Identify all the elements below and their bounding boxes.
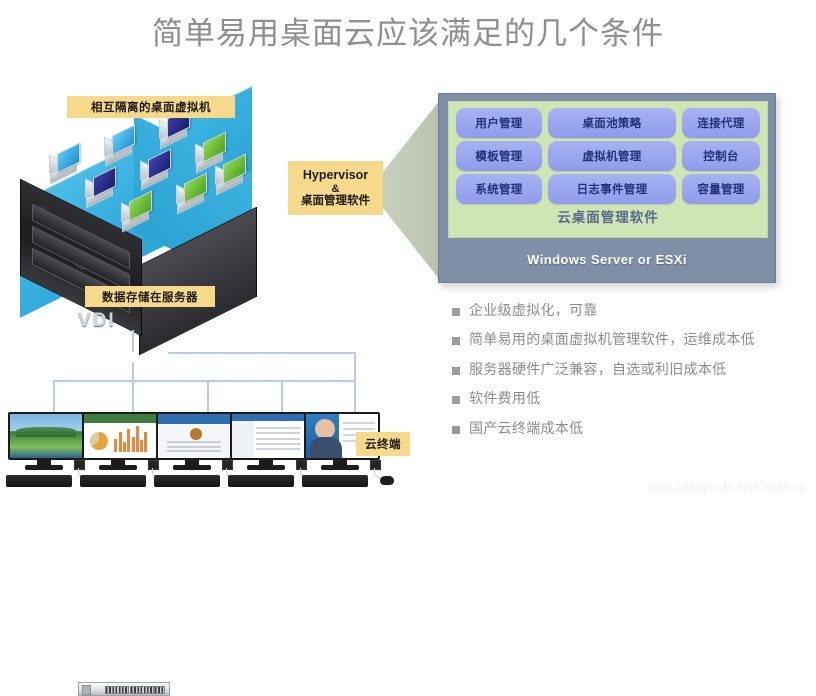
module-connection-broker[interactable]: 连接代理 <box>682 108 760 138</box>
module-console[interactable]: 控制台 <box>682 141 760 171</box>
module-vm-management[interactable]: 虚拟机管理 <box>548 141 676 171</box>
list-item: 服务器硬件广泛兼容，自选或利旧成本低 <box>452 360 812 377</box>
module-user-management[interactable]: 用户管理 <box>456 108 542 138</box>
bullet-square-icon <box>452 396 460 405</box>
vm-icon-green-3 <box>175 172 209 215</box>
callout-data-storage-text: 数据存储在服务器 <box>102 291 198 304</box>
drop-line-5 <box>354 352 356 418</box>
list-item: 企业级虚拟化，可靠 <box>452 302 812 318</box>
callout-isolated-vms-text: 相互隔离的桌面虚拟机 <box>91 102 211 114</box>
module-template-management[interactable]: 模板管理 <box>456 141 542 171</box>
cloud-desktop-software-layer: 用户管理 桌面池策略 连接代理 模板管理 虚拟机管理 控制台 系统管理 日志事件… <box>448 101 768 238</box>
list-item: 国产云终端成本低 <box>452 419 812 436</box>
list-item-label: 服务器硬件广泛兼容，自选或利旧成本低 <box>469 360 727 377</box>
bullet-square-icon <box>452 366 460 375</box>
list-item: 软件费用低 <box>452 390 812 407</box>
keyboard-icon <box>154 475 220 487</box>
module-desktop-pool-policy[interactable]: 桌面池策略 <box>548 108 676 138</box>
management-stack-panel: 用户管理 桌面池策略 连接代理 模板管理 虚拟机管理 控制台 系统管理 日志事件… <box>438 93 776 283</box>
hypervisor-arrow-icon <box>380 100 440 280</box>
terminal-chart[interactable] <box>80 412 172 490</box>
vm-icon-blue-2 <box>103 124 137 167</box>
vdi-server-illustration: VDI <box>8 86 308 356</box>
keyboard-icon <box>228 475 294 487</box>
vm-icon-blue-1 <box>48 142 82 185</box>
keyboard-icon <box>302 475 368 487</box>
callout-isolated-vms: 相互隔离的桌面虚拟机 <box>67 96 235 118</box>
monitor-screen <box>82 412 158 460</box>
list-item: 简单易用的桌面虚拟机管理软件，运维成本低 <box>452 331 812 348</box>
list-item-label: 企业级虚拟化，可靠 <box>469 302 598 318</box>
switch-right-line <box>168 352 356 354</box>
module-system-management[interactable]: 系统管理 <box>456 174 542 204</box>
vm-icon-navy-2 <box>84 166 118 209</box>
callout-cloud-terminal-text: 云终端 <box>365 439 401 451</box>
page-title: 简单易用桌面云应该满足的几个条件 <box>152 16 664 51</box>
hypervisor-line-3: 桌面管理软件 <box>301 194 370 207</box>
module-grid: 用户管理 桌面池策略 连接代理 模板管理 虚拟机管理 控制台 系统管理 日志事件… <box>456 108 760 204</box>
monitor-screen <box>230 412 306 460</box>
vdi-label: VDI <box>78 310 116 331</box>
vm-icon-green-4 <box>214 153 248 196</box>
monitor-screen <box>8 412 84 460</box>
list-item-label: 简单易用的桌面虚拟机管理软件，运维成本低 <box>469 331 755 348</box>
monitor-screen <box>156 412 232 460</box>
network-topology <box>0 330 440 696</box>
module-log-event-management[interactable]: 日志事件管理 <box>548 174 676 204</box>
terminal-web[interactable] <box>154 412 246 490</box>
keyboard-icon <box>6 475 72 487</box>
module-capacity-management[interactable]: 容量管理 <box>682 174 760 204</box>
slide-canvas: 简单易用桌面云应该满足的几个条件 VDI 相互隔离的桌面虚拟机 数据存储在服务器… <box>0 0 816 696</box>
host-os-layer: Windows Server or ESXi <box>527 251 687 267</box>
hypervisor-line-2: & <box>331 182 340 195</box>
terminal-nature[interactable] <box>6 412 98 490</box>
drop-line-2 <box>132 362 134 418</box>
watermark: https://blog.csdn.net/Cloudeep <box>648 482 806 494</box>
terminal-doc[interactable] <box>228 412 320 490</box>
hypervisor-line-1: Hypervisor <box>302 167 369 182</box>
distribution-bus-line <box>53 380 355 382</box>
benefits-list: 企业级虚拟化，可靠 简单易用的桌面虚拟机管理软件，运维成本低 服务器硬件广泛兼容… <box>452 302 812 450</box>
keyboard-icon <box>80 475 146 487</box>
callout-cloud-terminal: 云终端 <box>356 432 410 456</box>
bullet-square-icon <box>452 308 460 316</box>
list-item-label: 国产云终端成本低 <box>469 419 584 436</box>
network-switch-icon <box>78 682 170 696</box>
vm-icon-navy-3 <box>139 148 173 191</box>
list-item-label: 软件费用低 <box>469 390 541 407</box>
vm-icon-green-2 <box>120 190 154 233</box>
callout-data-storage: 数据存储在服务器 <box>85 286 215 307</box>
bullet-square-icon <box>452 425 460 434</box>
uplink-line <box>132 330 134 352</box>
mouse-icon <box>380 476 394 485</box>
cloud-desktop-software-caption: 云桌面管理软件 <box>557 210 659 225</box>
hypervisor-callout: Hypervisor & 桌面管理软件 <box>288 161 383 215</box>
bullet-square-icon <box>452 337 460 346</box>
